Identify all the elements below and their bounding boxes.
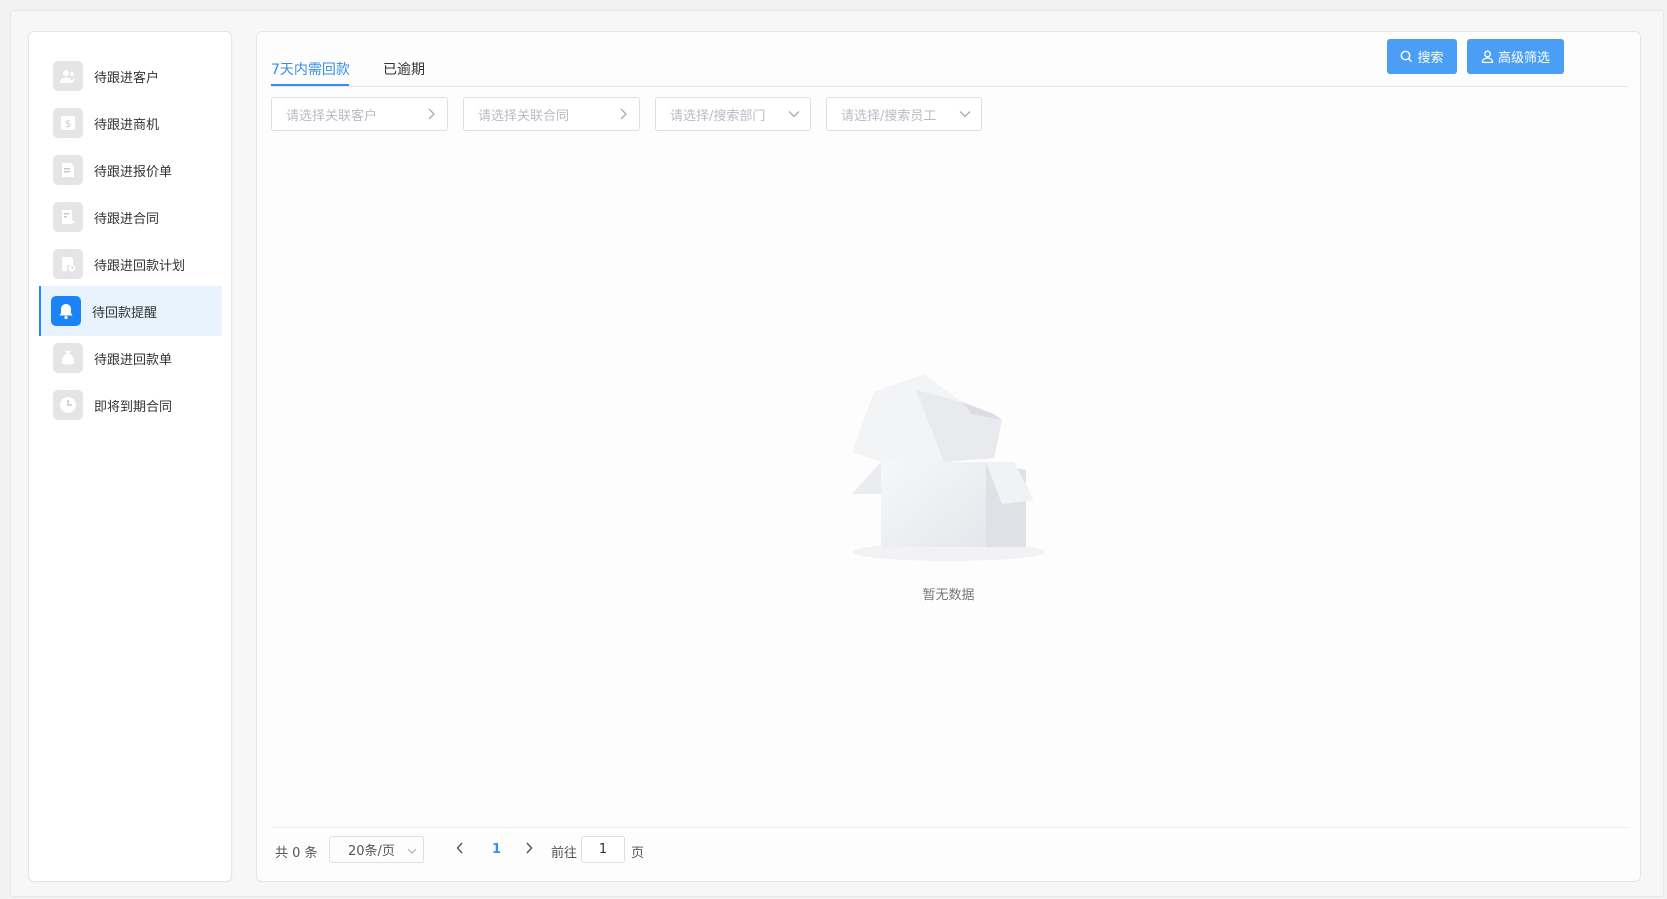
empty-state: 暂无数据 <box>257 362 1640 603</box>
sidebar-item-label: 待跟进报价单 <box>94 164 173 180</box>
search-icon <box>1401 50 1413 63</box>
payment-plan-icon <box>53 249 83 279</box>
department-select-placeholder: 请选择/搜索部门 <box>670 108 766 124</box>
sidebar: 待跟进客户 $ 待跟进商机 待跟进报价单 待跟进合同 待跟进回款计划 待回款提醒 <box>28 31 232 882</box>
sidebar-item-pending-contract[interactable]: 待跟进合同 <box>41 192 246 242</box>
tab-active-indicator <box>271 84 349 86</box>
page-number-current[interactable]: 1 <box>492 842 501 857</box>
goto-label: 前往 <box>551 846 578 861</box>
chevron-down-icon <box>784 110 804 118</box>
clock-icon <box>53 390 83 420</box>
total-count: 共 0 条 <box>275 846 318 861</box>
sidebar-item-label: 待跟进回款计划 <box>94 258 186 274</box>
opportunity-icon: $ <box>53 108 83 138</box>
goto-page-input[interactable] <box>581 836 625 863</box>
money-bag-icon <box>53 343 83 373</box>
contract-select-placeholder: 请选择关联合同 <box>478 108 570 124</box>
sidebar-item-pending-payment-plan[interactable]: 待跟进回款计划 <box>41 239 246 289</box>
sidebar-item-pending-customer[interactable]: 待跟进客户 <box>41 51 246 101</box>
svg-text:$: $ <box>65 119 71 130</box>
chevron-right-icon <box>613 108 633 120</box>
prev-page-button[interactable] <box>456 842 464 858</box>
sidebar-item-label: 待跟进回款单 <box>94 352 173 368</box>
customer-select-placeholder: 请选择关联客户 <box>286 108 378 124</box>
sidebar-item-pending-receipt[interactable]: 待跟进回款单 <box>41 333 246 383</box>
pagination: 共 0 条 20条/页 1 前往 页 <box>271 827 1628 882</box>
next-page-button[interactable] <box>525 842 533 858</box>
chevron-down-icon <box>407 844 417 859</box>
sidebar-item-payment-reminder[interactable]: 待回款提醒 <box>39 286 222 336</box>
empty-text: 暂无数据 <box>922 588 975 603</box>
sidebar-item-pending-quotation[interactable]: 待跟进报价单 <box>41 145 246 195</box>
sidebar-item-label: 待跟进合同 <box>94 211 160 227</box>
empty-box-illustration <box>851 374 1045 561</box>
sidebar-item-label: 待跟进商机 <box>94 117 160 133</box>
customer-select[interactable]: 请选择关联客户 <box>271 97 448 131</box>
customer-icon <box>53 61 83 91</box>
sidebar-item-expiring-contract[interactable]: 即将到期合同 <box>41 380 246 430</box>
chevron-right-icon <box>526 842 533 854</box>
bell-icon <box>51 296 81 326</box>
search-button-label: 搜索 <box>1417 51 1444 66</box>
goto-suffix: 页 <box>631 846 645 861</box>
department-select[interactable]: 请选择/搜索部门 <box>655 97 811 131</box>
quotation-icon <box>53 155 83 185</box>
chevron-down-icon <box>955 110 975 118</box>
contract-icon <box>53 202 83 232</box>
employee-select[interactable]: 请选择/搜索员工 <box>826 97 982 131</box>
chevron-right-icon <box>421 108 441 120</box>
page-size-value: 20条/页 <box>348 844 395 859</box>
main-panel: 7天内需回款 已逾期 搜索 高级筛选 请选择关联客户 请选择关联合同 请选择/搜… <box>256 31 1641 882</box>
sidebar-item-label: 待回款提醒 <box>92 305 158 321</box>
employee-select-placeholder: 请选择/搜索员工 <box>841 108 937 124</box>
user-icon <box>1481 50 1494 63</box>
tab-due-in-7-days[interactable]: 7天内需回款 <box>271 59 350 79</box>
page-size-select[interactable]: 20条/页 <box>329 836 424 863</box>
chevron-left-icon <box>456 842 463 854</box>
advanced-filter-button[interactable]: 高级筛选 <box>1467 39 1564 74</box>
sidebar-item-label: 即将到期合同 <box>94 399 173 415</box>
search-button[interactable]: 搜索 <box>1387 39 1457 74</box>
advanced-filter-label: 高级筛选 <box>1497 51 1550 66</box>
contract-select[interactable]: 请选择关联合同 <box>463 97 640 131</box>
tab-overdue[interactable]: 已逾期 <box>383 59 425 79</box>
sidebar-item-label: 待跟进客户 <box>94 70 160 86</box>
sidebar-item-pending-opportunity[interactable]: $ 待跟进商机 <box>41 98 246 148</box>
